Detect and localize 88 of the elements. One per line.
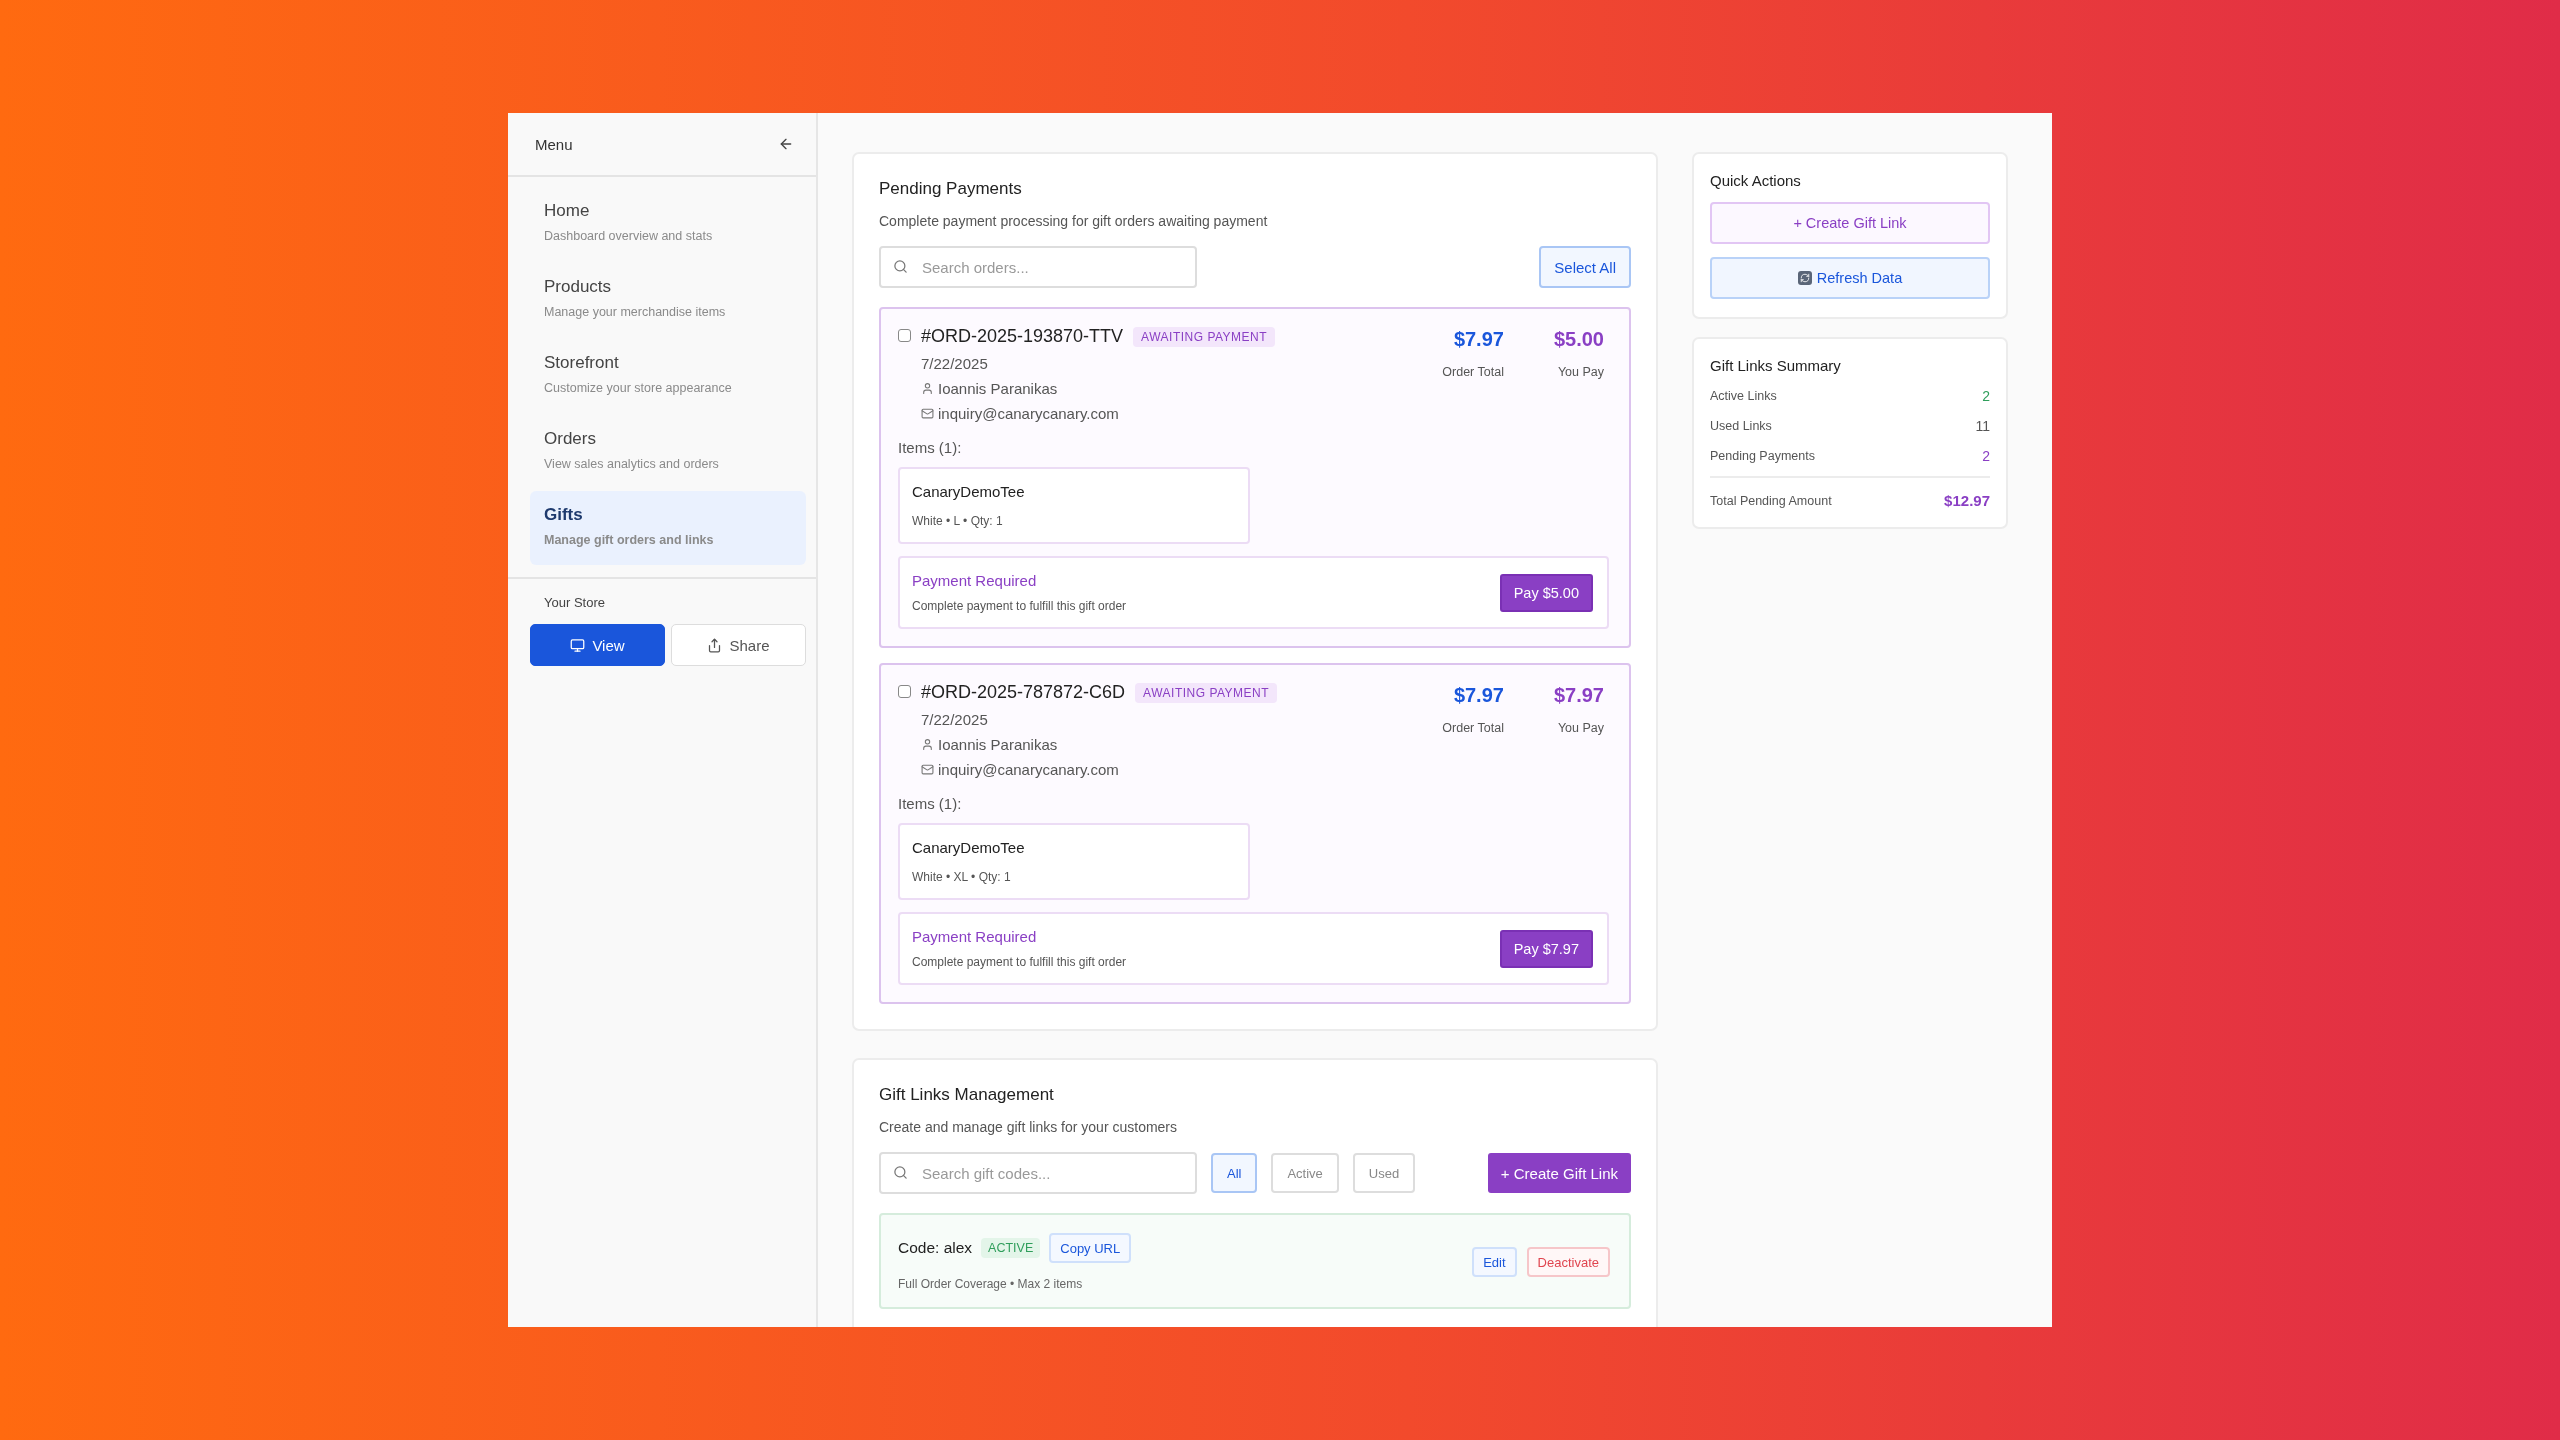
order-number: #ORD-2025-193870-TTV: [921, 326, 1124, 347]
notice-text: Complete payment to fulfill this gift order: [912, 955, 1127, 969]
you-pay-amount: $7.97: [1553, 684, 1604, 707]
card-subtitle: Complete payment processing for gift orders awaiting payment: [879, 213, 1269, 229]
items-label: Items (1):: [898, 795, 963, 812]
amount-label: You Pay: [1557, 721, 1604, 735]
item-details: White • XL • Qty: 1: [912, 870, 1012, 884]
summary-label: Pending Payments: [1710, 449, 1815, 463]
notice-title: Payment Required: [912, 928, 1038, 945]
nav-label: Home: [544, 201, 591, 221]
item-name: CanaryDemoTee: [912, 483, 1026, 500]
card-title: Gift Links Management: [879, 1085, 1055, 1105]
status-tag: AWAITING PAYMENT: [1135, 682, 1278, 703]
nav-description: Customize your store appearance: [544, 381, 733, 395]
card-subtitle: Create and manage gift links for your customers: [879, 1119, 1179, 1135]
nav-item[interactable]: Gifts Manage gift orders and links: [530, 491, 806, 565]
nav-description: Manage gift orders and links: [544, 533, 715, 547]
copy-url-button[interactable]: Copy URL: [1049, 1233, 1132, 1263]
order-total: $7.97: [1453, 328, 1504, 351]
share-button[interactable]: Share: [671, 624, 806, 666]
order-total: $7.97: [1453, 684, 1504, 707]
share-icon: [707, 637, 723, 653]
you-pay-amount: $5.00: [1553, 328, 1604, 351]
checkbox[interactable]: [898, 329, 911, 342]
total-amount: $12.97: [1944, 492, 1990, 509]
nav-label: Gifts: [544, 505, 584, 525]
notice-title: Payment Required: [912, 572, 1038, 589]
status-tag: ACTIVE: [981, 1238, 1041, 1258]
nav-item[interactable]: Home Dashboard overview and stats: [530, 187, 806, 261]
amount-label: Order Total: [1442, 365, 1504, 379]
mail-icon: [921, 407, 934, 420]
checkbox[interactable]: [898, 685, 911, 698]
summary-label: Used Links: [1710, 419, 1772, 433]
select-all-button[interactable]: Select All: [1539, 246, 1631, 288]
gift-code: Code: alex: [898, 1239, 973, 1257]
filter-button[interactable]: Active: [1271, 1153, 1339, 1193]
nav-label: Storefront: [544, 353, 620, 373]
person-icon: [921, 382, 934, 395]
search-field[interactable]: Search orders...: [879, 246, 1197, 288]
item-details: White • L • Qty: 1: [912, 514, 1004, 528]
nav-description: View sales analytics and orders: [544, 457, 720, 471]
nav-label: Products: [544, 277, 613, 297]
refresh-icon: [1797, 271, 1812, 285]
customer-name: Ioannis Paranikas: [938, 380, 1058, 397]
amount-label: You Pay: [1557, 365, 1604, 379]
nav-description: Manage your merchandise items: [544, 305, 727, 319]
refresh-button[interactable]: Refresh Data: [1710, 257, 1990, 299]
create-gift-link-button[interactable]: + Create Gift Link: [1487, 1153, 1631, 1193]
status-tag: AWAITING PAYMENT: [1133, 326, 1276, 347]
card-title: Quick Actions: [1710, 172, 1802, 189]
card-title: Pending Payments: [879, 179, 1023, 199]
nav-description: Dashboard overview and stats: [544, 229, 714, 243]
nav-item[interactable]: Storefront Customize your store appearance: [530, 339, 806, 413]
pay-button[interactable]: Pay $7.97: [1499, 929, 1593, 968]
gift-link-description: Full Order Coverage • Max 2 items: [898, 1277, 1084, 1291]
order-date: 7/22/2025: [921, 355, 989, 372]
amount-label: Order Total: [1442, 721, 1504, 735]
filter-button[interactable]: All: [1211, 1153, 1258, 1193]
edit-button[interactable]: Edit: [1472, 1247, 1517, 1277]
section-label: Your Store: [543, 595, 606, 610]
sidebar-title: Menu: [535, 135, 573, 153]
customer-name: Ioannis Paranikas: [938, 736, 1058, 753]
order-date: 7/22/2025: [921, 711, 989, 728]
deactivate-button[interactable]: Deactivate: [1526, 1247, 1610, 1277]
items-label: Items (1):: [898, 439, 963, 456]
nav-label: Orders: [544, 429, 597, 449]
summary-value: 2: [1982, 388, 1990, 404]
summary-value: 2: [1982, 448, 1990, 464]
summary-label: Active Links: [1710, 389, 1777, 403]
nav-item[interactable]: Orders View sales analytics and orders: [530, 415, 806, 489]
summary-value: 11: [1975, 418, 1990, 434]
card-title: Gift Links Summary: [1710, 357, 1842, 374]
mail-icon: [921, 763, 934, 776]
view-button[interactable]: View: [530, 624, 665, 666]
item-name: CanaryDemoTee: [912, 839, 1026, 856]
search-field[interactable]: Search gift codes...: [879, 1152, 1197, 1194]
notice-text: Complete payment to fulfill this gift order: [912, 599, 1127, 613]
collapse-button[interactable]: [778, 136, 794, 152]
customer-email: inquiry@canarycanary.com: [938, 405, 1119, 422]
filter-button[interactable]: Used: [1352, 1153, 1416, 1193]
summary-label: Total Pending Amount: [1710, 493, 1832, 508]
pay-button[interactable]: Pay $5.00: [1499, 573, 1593, 612]
create-gift-link-button[interactable]: + Create Gift Link: [1710, 202, 1990, 244]
order-number: #ORD-2025-787872-C6D: [921, 682, 1126, 703]
customer-email: inquiry@canarycanary.com: [938, 761, 1119, 778]
monitor-icon: [570, 637, 586, 653]
person-icon: [921, 738, 934, 751]
nav-item[interactable]: Products Manage your merchandise items: [530, 263, 806, 337]
